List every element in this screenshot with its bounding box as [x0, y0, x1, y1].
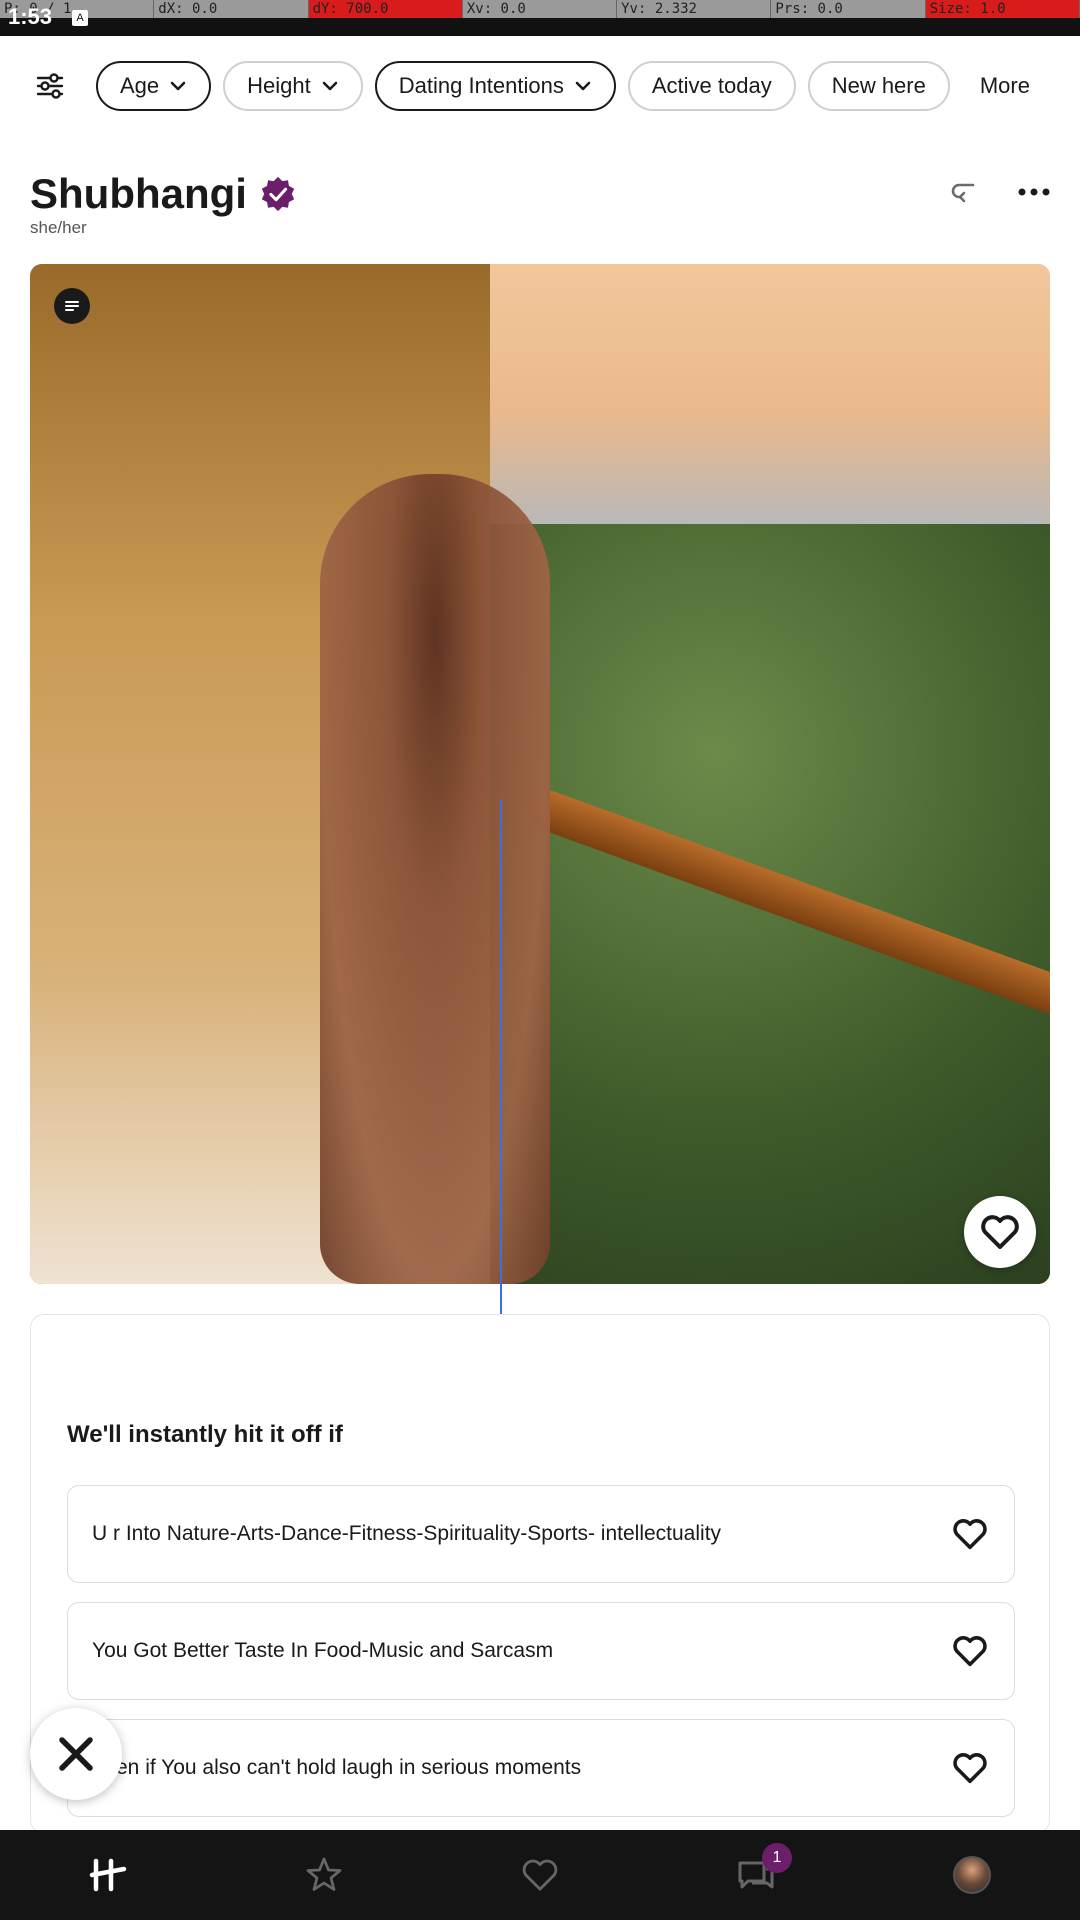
chip-label: Height: [247, 73, 311, 98]
profile-pronouns: she/her: [30, 218, 87, 237]
filter-chip-age[interactable]: Age: [96, 61, 212, 111]
debug-yv: Yv: 2.332: [617, 0, 772, 18]
prompt-title: We'll instantly hit it off if: [67, 1421, 343, 1448]
debug-size: Size: 1.0: [925, 0, 1080, 18]
photo-person: [320, 474, 550, 1284]
prompt-answer: U r Into Nature-Arts-Dance-Fitness-Spiri…: [67, 1485, 1015, 1583]
chip-label: Dating Intentions: [398, 73, 564, 98]
chip-label: New here: [831, 73, 926, 98]
filter-chip-active-today[interactable]: Active today: [627, 61, 796, 111]
answer-text: en if You also can't hold laugh in serio…: [116, 1756, 582, 1779]
filter-chip-new-here[interactable]: New here: [807, 61, 950, 111]
answer-text: U r Into Nature-Arts-Dance-Fitness-Spiri…: [92, 1522, 722, 1545]
messages-badge: 1: [762, 1843, 792, 1873]
heart-icon: [522, 1859, 558, 1891]
chevron-down-icon: [322, 81, 338, 91]
filter-sliders-icon[interactable]: [30, 66, 70, 106]
profile-photo[interactable]: [30, 264, 1050, 1284]
prompt-answer: You Got Better Taste In Food-Music and S…: [67, 1602, 1015, 1700]
star-icon: [306, 1857, 342, 1891]
bottom-nav: 1: [0, 1830, 1080, 1920]
prompt-answer: en if You also can't hold laugh in serio…: [67, 1719, 1015, 1817]
home-logo-icon: [89, 1858, 127, 1892]
debug-xv: Xv: 0.0: [462, 0, 618, 18]
debug-dx: dX: 0.0: [154, 0, 309, 18]
like-photo-button[interactable]: [964, 1196, 1036, 1268]
filter-bar: Age Height Dating Intentions Active toda…: [0, 58, 1080, 114]
like-answer-button[interactable]: [950, 1748, 990, 1788]
filter-chip-dating-intentions[interactable]: Dating Intentions: [374, 61, 616, 111]
chevron-down-icon: [575, 81, 591, 91]
chevron-down-icon: [170, 81, 186, 91]
heart-icon: [981, 1215, 1019, 1249]
avatar: [953, 1856, 991, 1894]
more-options-icon[interactable]: [1016, 174, 1052, 210]
debug-prs: Prs: 0.0: [771, 0, 926, 18]
chip-label: Active today: [651, 73, 772, 98]
nav-home[interactable]: [68, 1835, 148, 1915]
notification-icon: A: [72, 10, 88, 26]
debug-dy: dY: 700.0: [308, 0, 463, 18]
nav-messages[interactable]: 1: [716, 1835, 796, 1915]
nav-profile[interactable]: [932, 1835, 1012, 1915]
close-icon: [59, 1737, 93, 1771]
answer-text: You Got Better Taste In Food-Music and S…: [92, 1639, 554, 1662]
verified-badge-icon: [261, 176, 295, 212]
nav-likes[interactable]: [500, 1835, 580, 1915]
nav-standouts[interactable]: [284, 1835, 364, 1915]
more-filters-link[interactable]: More: [962, 73, 1048, 99]
profile-header: Shubhangi: [30, 170, 297, 218]
like-answer-button[interactable]: [950, 1514, 990, 1554]
header-actions: [946, 174, 1052, 210]
photo-sky-region: [490, 264, 1050, 564]
status-time: 1:53: [8, 4, 53, 29]
profile-name: Shubhangi: [30, 170, 247, 217]
undo-icon[interactable]: [946, 174, 982, 210]
photo-caption-icon[interactable]: [54, 288, 90, 324]
prompt-card: We'll instantly hit it off if U r Into N…: [30, 1314, 1050, 1834]
filter-chip-height[interactable]: Height: [223, 61, 363, 111]
debug-pointer-bar: P: 0 / 1 dX: 0.0 dY: 700.0 Xv: 0.0 Yv: 2…: [0, 0, 1080, 36]
skip-button[interactable]: [30, 1708, 122, 1800]
chip-label: Age: [120, 73, 160, 98]
like-answer-button[interactable]: [950, 1631, 990, 1671]
